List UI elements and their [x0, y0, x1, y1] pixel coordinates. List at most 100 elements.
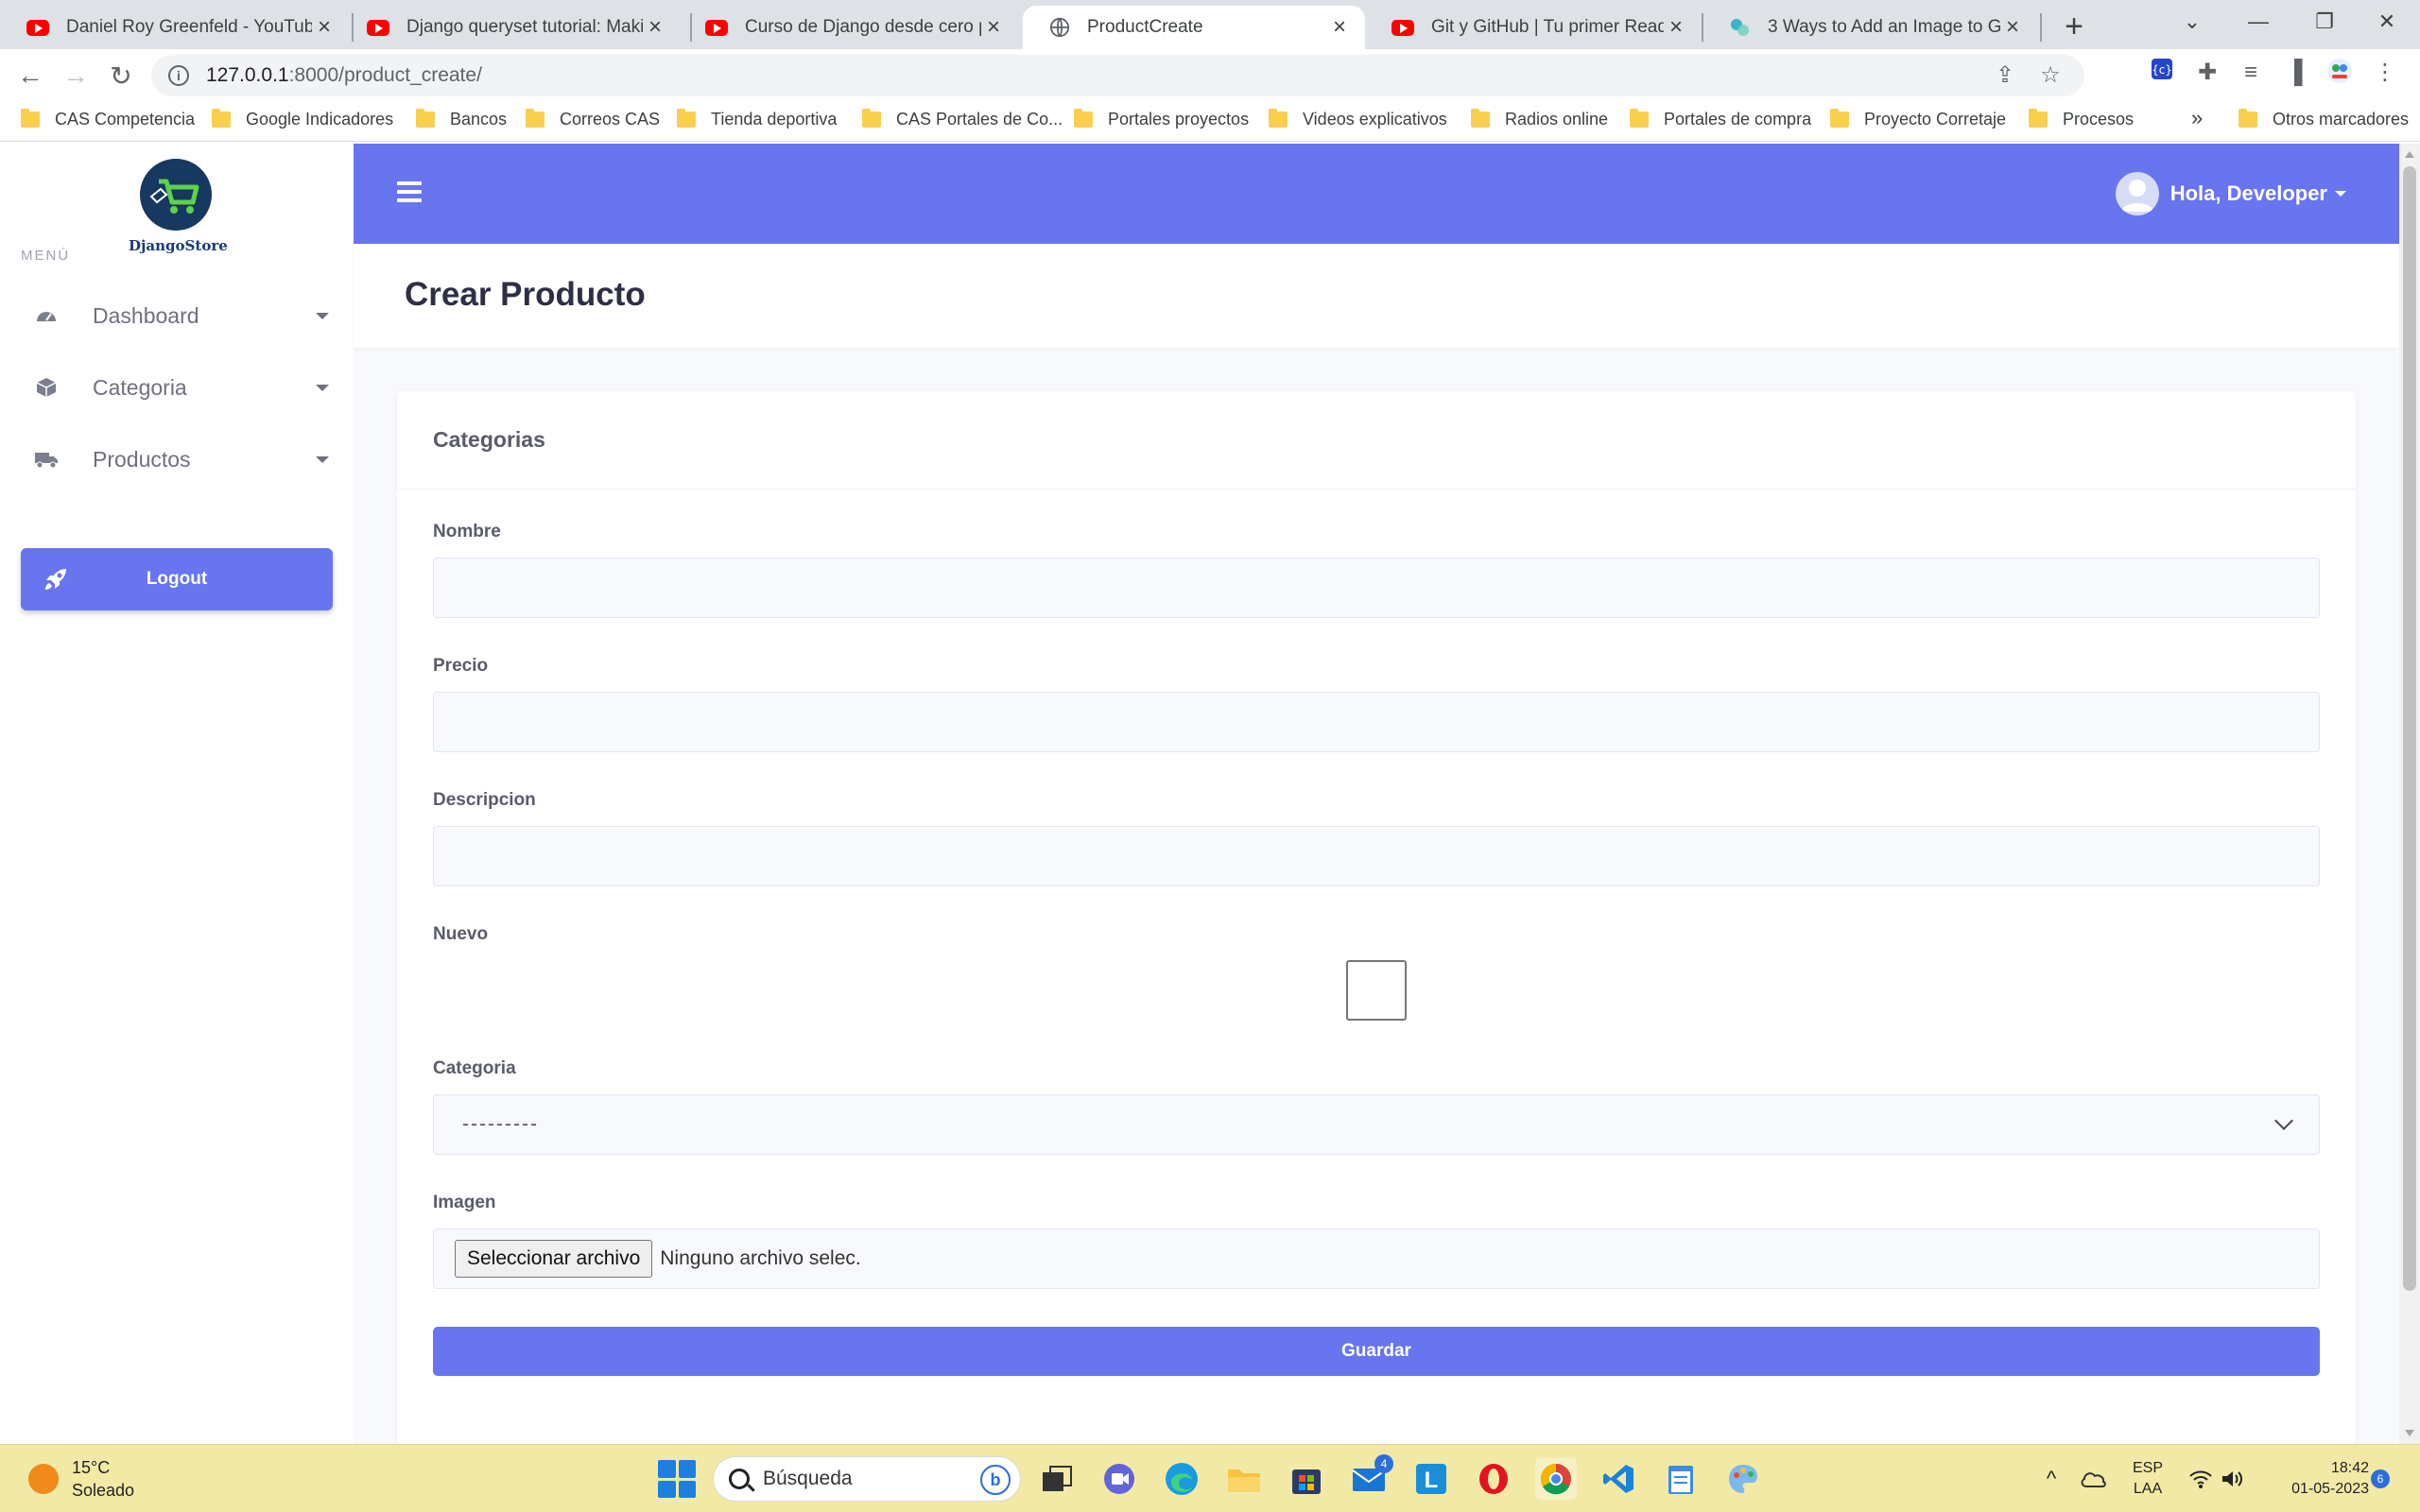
browser-tab[interactable]: Curso de Django desde cero para × — [679, 6, 1019, 49]
browser-menu-icon[interactable]: ⋮ — [2369, 57, 2401, 89]
descripcion-input[interactable] — [433, 826, 2320, 886]
bookmark-folder[interactable]: Portales de compra — [1630, 109, 1811, 129]
bookmarks-overflow-button[interactable]: » — [2191, 106, 2203, 130]
folder-icon — [212, 109, 231, 128]
bookmark-folder[interactable]: Procesos — [2029, 109, 2134, 129]
user-dropdown[interactable]: Hola, Developer — [2115, 172, 2346, 215]
page-title: Crear Producto — [405, 276, 646, 313]
scroll-up-arrow-icon[interactable] — [2405, 151, 2414, 158]
forward-arrow-icon[interactable]: → — [59, 59, 93, 93]
precio-input[interactable] — [433, 692, 2320, 752]
puzzle-extensions-icon[interactable]: ✚ — [2191, 57, 2223, 89]
restore-button[interactable]: ❐ — [2291, 0, 2358, 43]
scrollbar-thumb[interactable] — [2403, 166, 2416, 1291]
windows-taskbar: 15°C Soleado Búsqueda b 4 L ^ ESP LAA 18… — [0, 1444, 2420, 1512]
browser-tab-active[interactable]: ProductCreate × — [1023, 6, 1365, 49]
media-control-icon[interactable]: ≡ — [2235, 57, 2267, 89]
bookmark-folder[interactable]: Portales proyectos — [1074, 109, 1249, 129]
edge-browser-icon[interactable] — [1161, 1458, 1202, 1500]
star-bookmark-icon[interactable]: ☆ — [2037, 62, 2064, 89]
notification-badge[interactable]: 6 — [2371, 1469, 2390, 1488]
bookmark-folder[interactable]: Bancos — [416, 109, 508, 129]
microsoft-store-icon[interactable] — [1286, 1458, 1327, 1500]
browser-tab[interactable]: Git y GitHub | Tu primer Readme × — [1365, 6, 1702, 49]
scroll-down-arrow-icon[interactable] — [2405, 1430, 2414, 1436]
side-panel-icon[interactable]: ▐ — [2278, 57, 2310, 89]
bookmark-folder[interactable]: CAS Competencia — [21, 109, 195, 129]
task-view-icon[interactable] — [1036, 1458, 1078, 1500]
teams-chat-icon[interactable] — [1098, 1458, 1140, 1500]
chrome-icon[interactable] — [1535, 1458, 1577, 1500]
select-file-button[interactable]: Seleccionar archivo — [455, 1240, 653, 1278]
tab-title: ProductCreate — [1087, 17, 1203, 37]
l-app-icon[interactable]: L — [1410, 1458, 1452, 1500]
volume-icon[interactable] — [2212, 1458, 2254, 1500]
gauge-icon — [34, 303, 59, 328]
nuevo-checkbox[interactable] — [1346, 960, 1407, 1021]
taskbar-search[interactable]: Búsqueda b — [713, 1456, 1021, 1502]
extension-icon[interactable]: {c} — [2146, 57, 2178, 89]
youtube-icon — [367, 19, 389, 36]
url-text[interactable]: 127.0.0.1:8000/product_create/ — [206, 64, 482, 87]
new-tab-button[interactable]: + — [2055, 8, 2093, 45]
mail-icon[interactable]: 4 — [1348, 1454, 1393, 1500]
browser-tab[interactable]: 3 Ways to Add an Image to GitHub × — [1702, 6, 2038, 49]
minimize-button[interactable]: — — [2225, 0, 2291, 43]
close-tab-icon[interactable]: × — [2000, 14, 2025, 40]
hamburger-menu-icon[interactable] — [397, 181, 422, 202]
reload-icon[interactable]: ↻ — [104, 59, 138, 93]
keyboard-layout-text: LAA — [2133, 1481, 2163, 1497]
close-window-button[interactable]: ✕ — [2354, 0, 2420, 43]
show-hidden-icons-chevron-icon[interactable]: ^ — [2031, 1458, 2072, 1500]
close-tab-icon[interactable]: × — [981, 14, 1006, 40]
bookmark-folder[interactable]: Correos CAS — [526, 109, 660, 129]
address-bar[interactable]: i 127.0.0.1:8000/product_create/ ⇪ ☆ — [151, 55, 2084, 96]
bookmark-folder[interactable]: Tienda deportiva — [677, 109, 837, 129]
bookmark-folder[interactable]: Proyecto Corretaje — [1830, 109, 2006, 129]
share-icon[interactable]: ⇪ — [1992, 62, 2018, 89]
page-scrollbar[interactable] — [2399, 144, 2420, 1444]
sidebar-item-categoria[interactable]: Categoria — [34, 367, 329, 408]
weather-widget[interactable]: 15°C Soleado — [28, 1456, 134, 1502]
guardar-button[interactable]: Guardar — [433, 1327, 2320, 1376]
precio-label: Precio — [433, 656, 489, 676]
file-explorer-icon[interactable] — [1223, 1458, 1265, 1500]
close-tab-icon[interactable]: × — [1664, 14, 1688, 40]
other-bookmarks-folder[interactable]: Otros marcadores — [2238, 109, 2409, 129]
categoria-select[interactable]: --------- — [433, 1094, 2320, 1155]
browser-tab[interactable]: Daniel Roy Greenfeld - YouTube × — [0, 6, 350, 49]
logout-button[interactable]: Logout — [21, 548, 333, 610]
bing-icon[interactable]: b — [980, 1465, 1011, 1495]
windows-start-icon[interactable] — [658, 1460, 696, 1498]
brand-logo[interactable]: DjangoStore — [129, 157, 228, 254]
back-arrow-icon[interactable]: ← — [13, 59, 47, 93]
sidebar-item-productos[interactable]: Productos — [34, 438, 329, 480]
notepad-icon[interactable] — [1660, 1458, 1702, 1500]
bookmark-folder[interactable]: Radios online — [1471, 109, 1608, 129]
globe-icon — [1049, 17, 1070, 38]
tab-search-icon[interactable]: ⌄ — [2159, 0, 2225, 43]
profile-avatar-icon[interactable] — [2324, 57, 2356, 89]
onedrive-cloud-icon[interactable] — [2072, 1458, 2114, 1500]
sidebar-item-dashboard[interactable]: Dashboard — [34, 295, 329, 336]
bookmark-folder[interactable]: Google Indicadores — [212, 109, 393, 129]
opera-icon[interactable] — [1473, 1458, 1514, 1500]
close-tab-icon[interactable]: × — [1327, 14, 1352, 40]
browser-tab[interactable]: Django queryset tutorial: Making × — [340, 6, 681, 49]
caret-down-icon — [316, 455, 329, 463]
bookmark-folder[interactable]: Videos explicativos — [1269, 109, 1447, 129]
site-info-icon[interactable]: i — [168, 65, 189, 86]
paint-icon[interactable] — [1722, 1458, 1764, 1500]
bookmark-label: Bancos — [450, 110, 508, 129]
bookmark-folder[interactable]: CAS Portales de Co... — [862, 109, 1063, 129]
language-indicator[interactable]: ESP LAA — [2127, 1458, 2169, 1500]
sun-icon — [28, 1464, 59, 1494]
svg-text:L: L — [1425, 1468, 1439, 1493]
sidebar-item-label: Categoria — [93, 374, 187, 400]
close-tab-icon[interactable]: × — [643, 14, 667, 40]
close-tab-icon[interactable]: × — [312, 14, 337, 40]
nombre-input[interactable] — [433, 558, 2320, 618]
vscode-icon[interactable] — [1598, 1458, 1639, 1500]
clock[interactable]: 18:42 01-05-2023 — [2256, 1458, 2369, 1500]
form-card: Categorias Nombre Precio Descripcion Nue… — [397, 391, 2356, 1444]
